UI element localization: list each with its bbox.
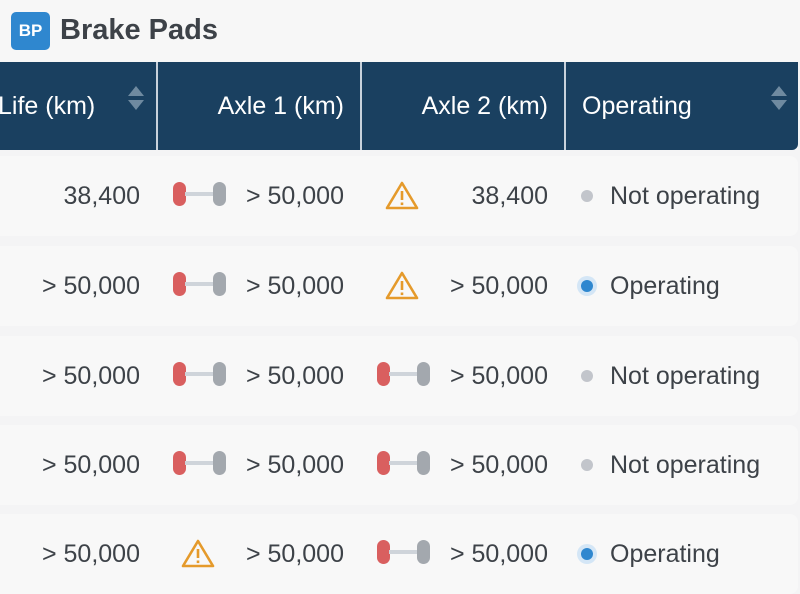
- brake-pads-badge-icon: BP: [11, 12, 50, 50]
- axle-1-cell: > 50,000: [245, 450, 344, 479]
- sort-icon[interactable]: [771, 86, 787, 112]
- warning-icon: [385, 180, 419, 210]
- table-row[interactable]: > 50,000 > 50,000 > 50,000 Not operating: [0, 336, 798, 416]
- operating-status-dot-icon: [581, 548, 593, 560]
- axle-1-cell: > 50,000: [245, 361, 344, 390]
- axle-1-cell: > 50,000: [245, 271, 344, 300]
- not-operating-status-dot-icon: [581, 190, 593, 202]
- operating-status-dot-icon: [581, 280, 593, 292]
- axle-2-cell: 38,400: [471, 181, 548, 210]
- column-header-label: Axle 2 (km): [421, 91, 548, 120]
- axle-2-cell: > 50,000: [449, 361, 548, 390]
- operating-status: Operating: [610, 271, 720, 300]
- table-row[interactable]: > 50,000 > 50,000 > 50,000 Operating: [0, 246, 798, 326]
- column-header-label: Axle 1 (km): [217, 91, 344, 120]
- life-cell: > 50,000: [41, 450, 140, 479]
- brake-pad-icon: [377, 362, 430, 386]
- life-cell: 38,400: [63, 181, 140, 210]
- column-header-label: Operating: [582, 91, 692, 120]
- life-cell: > 50,000: [41, 539, 140, 568]
- axle-1-cell: > 50,000: [245, 181, 344, 210]
- page-title: Brake Pads: [60, 14, 218, 46]
- column-header-life[interactable]: Life (km): [0, 62, 156, 150]
- not-operating-status-dot-icon: [581, 370, 593, 382]
- not-operating-status-dot-icon: [581, 459, 593, 471]
- axle-1-cell: > 50,000: [245, 539, 344, 568]
- brake-pad-icon: [377, 451, 430, 475]
- brake-pad-icon: [173, 362, 226, 386]
- table-row[interactable]: > 50,000 > 50,000 > 50,000 Operating: [0, 514, 798, 594]
- operating-status: Not operating: [610, 361, 761, 390]
- brake-pad-icon: [173, 182, 226, 206]
- operating-status: Not operating: [610, 450, 761, 479]
- axle-2-cell: > 50,000: [449, 539, 548, 568]
- warning-icon: [385, 270, 419, 300]
- life-cell: > 50,000: [41, 271, 140, 300]
- column-header-axle-2[interactable]: Axle 2 (km): [362, 62, 548, 150]
- column-header-operating[interactable]: Operating: [582, 62, 798, 150]
- column-header-label: Life (km): [0, 91, 96, 120]
- axle-2-cell: > 50,000: [449, 450, 548, 479]
- brake-pad-icon: [377, 540, 430, 564]
- title-bar: BP Brake Pads: [0, 0, 800, 62]
- axle-2-cell: > 50,000: [449, 271, 548, 300]
- table-row[interactable]: 38,400 > 50,000 38,400 Not operating: [0, 156, 798, 236]
- column-header-axle-1[interactable]: Axle 1 (km): [158, 62, 344, 150]
- brake-pad-icon: [173, 451, 226, 475]
- operating-status: Operating: [610, 539, 720, 568]
- column-divider: [564, 62, 566, 150]
- warning-icon: [181, 538, 215, 568]
- life-cell: > 50,000: [41, 361, 140, 390]
- brake-pad-icon: [173, 272, 226, 296]
- sort-icon[interactable]: [128, 86, 144, 112]
- table-row[interactable]: > 50,000 > 50,000 > 50,000 Not operating: [0, 425, 798, 505]
- table-header: Life (km) Axle 1 (km) Axle 2 (km) Operat…: [0, 62, 798, 150]
- operating-status: Not operating: [610, 181, 761, 210]
